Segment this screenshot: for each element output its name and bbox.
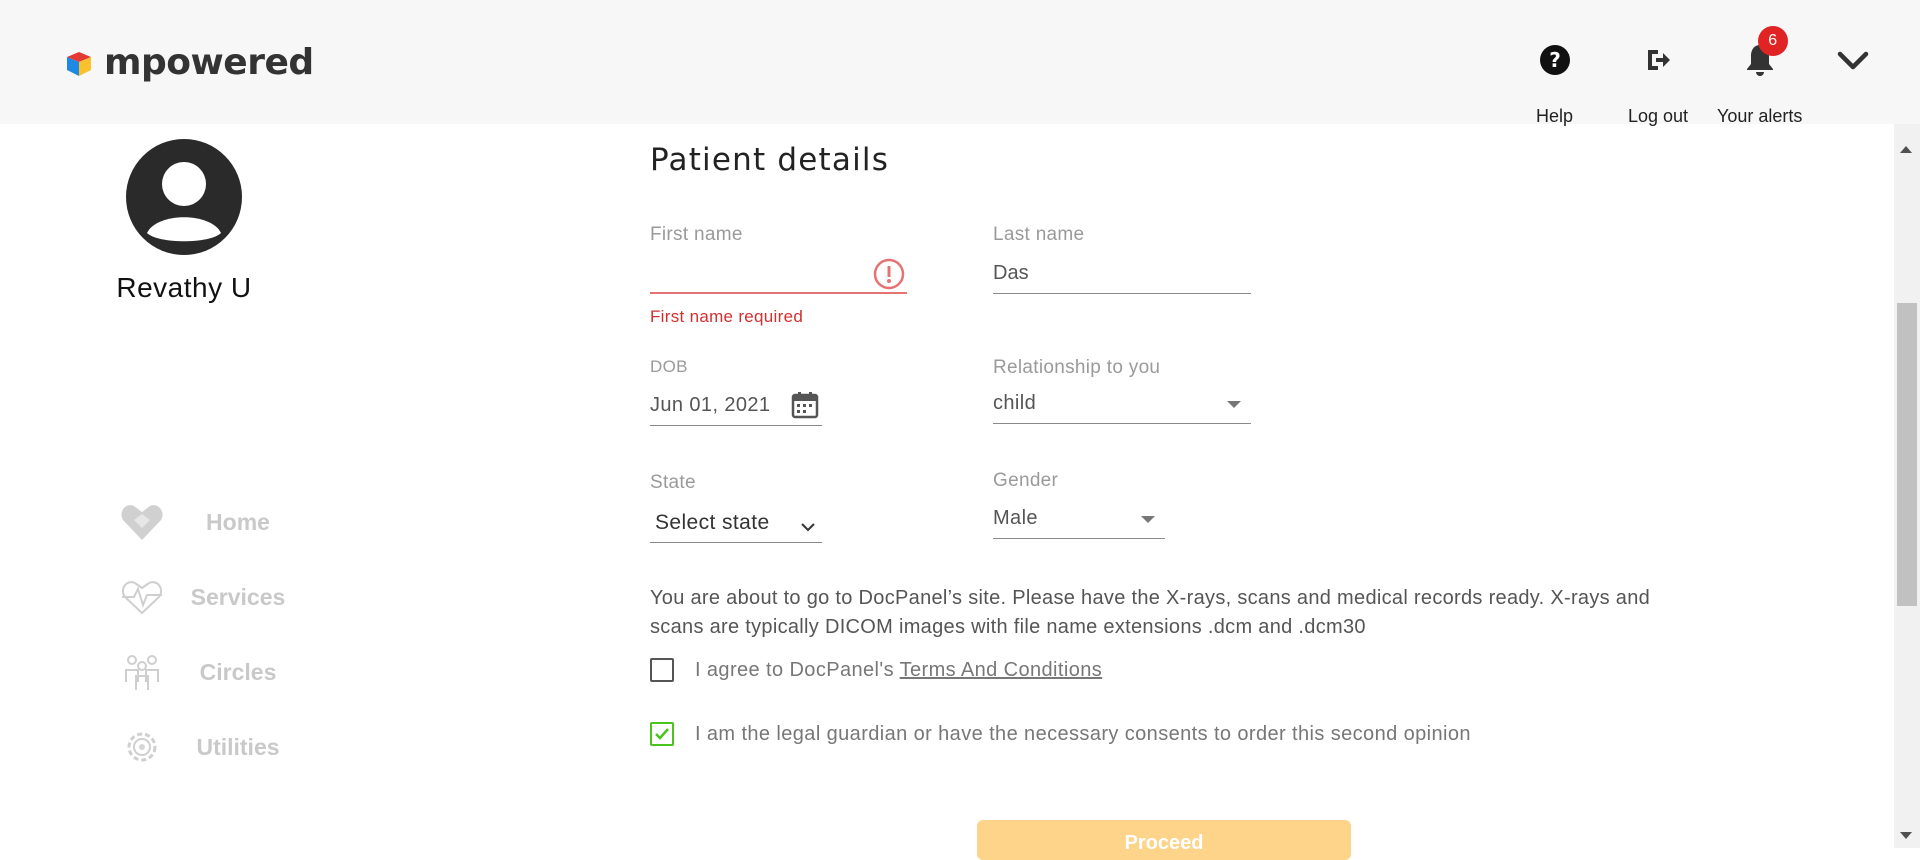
first-name-error: First name required — [650, 307, 804, 326]
people-icon — [118, 648, 166, 696]
mpowered-logo-icon — [67, 51, 91, 76]
terms-label: I agree to DocPanel's Terms And Conditio… — [695, 659, 1102, 682]
alerts-button[interactable]: 6 Your alerts — [1717, 26, 1803, 127]
calendar-icon[interactable] — [790, 390, 820, 426]
first-name-field[interactable] — [650, 254, 907, 294]
gear-icon — [118, 723, 166, 771]
relationship-label: Relationship to you — [993, 357, 1161, 378]
alerts-count-badge: 6 — [1757, 26, 1788, 56]
docpanel-info-text: You are about to go to DocPanel’s site. … — [650, 587, 1651, 638]
heartbeat-icon — [118, 573, 166, 621]
sidebar-item-label: Utilities — [196, 733, 280, 760]
sidebar-item-label: Circles — [199, 658, 277, 685]
help-circle-icon: ? — [1539, 38, 1571, 82]
help-label: Help — [1536, 106, 1574, 126]
logout-label: Log out — [1628, 106, 1689, 126]
brand-name: mpowered — [104, 42, 314, 83]
first-name-label: First name — [650, 224, 743, 245]
terms-checkbox-row[interactable]: I agree to DocPanel's Terms And Conditio… — [650, 658, 1102, 682]
sidebar-item-label: Home — [206, 508, 270, 535]
dropdown-arrow-icon — [1227, 401, 1241, 408]
user-avatar-icon — [126, 139, 242, 255]
checkmark-icon — [655, 728, 669, 740]
user-name: Revathy U — [116, 272, 252, 303]
sidebar-item-services[interactable]: Services — [118, 572, 298, 622]
sidebar-item-label: Services — [190, 583, 286, 610]
error-icon — [873, 258, 905, 296]
bell-icon: 6 — [1744, 26, 1788, 82]
logout-button[interactable]: Log out — [1628, 38, 1688, 127]
heart-home-icon — [118, 498, 166, 546]
chevron-down-icon[interactable] — [1836, 46, 1870, 79]
sidebar-item-home[interactable]: Home — [118, 497, 298, 547]
terms-label-prefix: I agree to DocPanel's — [695, 658, 894, 681]
dob-field[interactable]: Jun 01, 2021 — [650, 386, 822, 426]
dob-label: DOB — [650, 357, 688, 376]
relationship-select[interactable]: child — [993, 384, 1251, 424]
dropdown-arrow-icon — [1141, 516, 1155, 523]
state-value: Select state — [655, 510, 770, 534]
alerts-label: Your alerts — [1717, 106, 1803, 126]
page-title: Patient details — [650, 142, 890, 178]
state-label: State — [650, 472, 696, 493]
guardian-checkbox-row[interactable]: I am the legal guardian or have the nece… — [650, 722, 1471, 746]
gender-label: Gender — [993, 470, 1059, 491]
scroll-up-icon[interactable] — [1900, 146, 1912, 153]
terms-link[interactable]: Terms And Conditions — [900, 659, 1103, 681]
first-name-input[interactable] — [650, 261, 907, 285]
scrollbar-thumb[interactable] — [1897, 303, 1917, 606]
last-name-field[interactable] — [993, 254, 1251, 294]
dob-value: Jun 01, 2021 — [650, 394, 771, 416]
sidebar-item-circles[interactable]: Circles — [118, 647, 298, 697]
avatar — [125, 138, 243, 261]
top-header: mpowered ? Help Log out 6 Your alerts — [0, 0, 1920, 127]
logout-icon — [1644, 38, 1672, 82]
state-select[interactable]: Select state — [650, 503, 822, 543]
proceed-label: Proceed — [1124, 832, 1204, 854]
guardian-label: I am the legal guardian or have the nece… — [695, 722, 1471, 745]
last-name-label: Last name — [993, 224, 1085, 245]
guardian-checkbox[interactable] — [650, 722, 674, 746]
svg-text:?: ? — [1549, 48, 1561, 72]
terms-checkbox[interactable] — [650, 658, 674, 682]
sidebar-item-utilities[interactable]: Utilities — [118, 722, 298, 772]
last-name-input[interactable] — [993, 262, 1251, 285]
gender-value: Male — [993, 507, 1038, 529]
chevron-down-icon — [800, 516, 816, 539]
proceed-button[interactable]: Proceed — [977, 820, 1351, 860]
help-button[interactable]: ? Help — [1536, 38, 1573, 127]
relationship-value: child — [993, 392, 1037, 414]
scroll-down-icon[interactable] — [1900, 832, 1912, 839]
gender-select[interactable]: Male — [993, 499, 1165, 539]
brand-logo[interactable]: mpowered — [62, 42, 314, 83]
